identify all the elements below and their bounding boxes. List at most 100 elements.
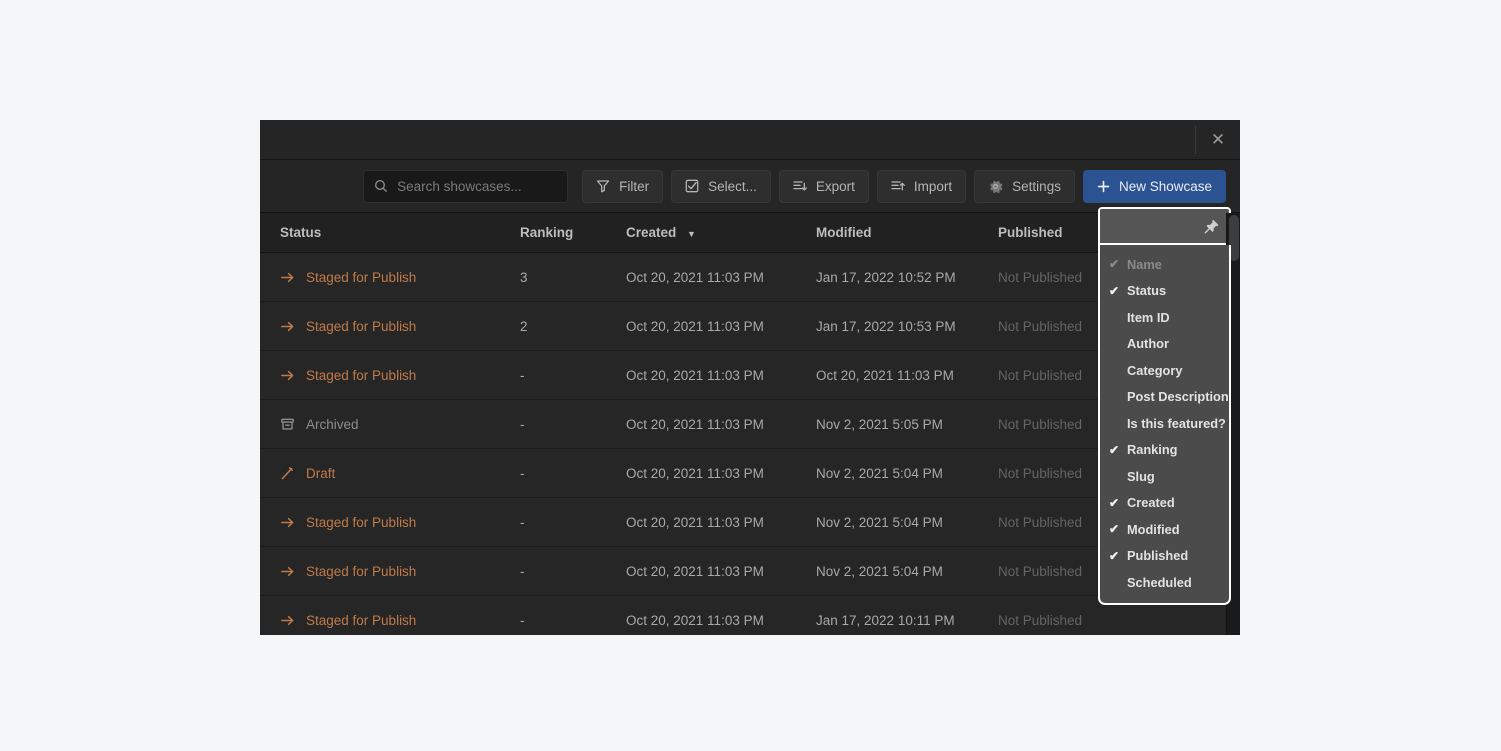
arrow-right-icon xyxy=(280,515,295,530)
toolbar: Search showcases... Filter Select... Exp… xyxy=(260,160,1240,213)
cell-created: Oct 20, 2021 11:03 PM xyxy=(626,514,764,530)
export-label: Export xyxy=(815,178,855,194)
status-label: Staged for Publish xyxy=(306,269,417,285)
status-label: Draft xyxy=(306,465,336,481)
check-icon: ✔ xyxy=(1109,283,1120,298)
cell-status: Staged for Publish xyxy=(260,319,520,334)
menu-item-published[interactable]: ✔ Published xyxy=(1100,543,1229,570)
menu-item-scheduled[interactable]: Scheduled xyxy=(1100,569,1229,596)
table-row[interactable]: Staged for Publish - Oct 20, 2021 11:03 PM… xyxy=(260,547,1240,596)
window-titlebar: ✕ xyxy=(260,120,1240,160)
import-icon xyxy=(891,179,905,193)
status-label: Staged for Publish xyxy=(306,612,417,628)
cell-status: Archived xyxy=(260,417,520,432)
search-input[interactable]: Search showcases... xyxy=(363,169,569,203)
table-row[interactable]: Staged for Publish 2 Oct 20, 2021 11:03 PM… xyxy=(260,302,1240,351)
settings-label: Settings xyxy=(1012,178,1061,194)
sort-caret-down-icon: ▼ xyxy=(687,229,696,239)
cell-status: Draft xyxy=(260,466,520,481)
table-row[interactable]: Staged for Publish 3 Oct 20, 2021 11:03 PM… xyxy=(260,253,1240,302)
menu-item-label: Item ID xyxy=(1127,309,1170,325)
cell-ranking: 3 xyxy=(520,269,528,285)
cell-created: Oct 20, 2021 11:03 PM xyxy=(626,465,764,481)
menu-item-name: ✔ Name xyxy=(1100,251,1229,278)
column-header-status[interactable]: Status xyxy=(260,225,520,240)
check-icon: ✔ xyxy=(1109,495,1120,510)
status-label: Archived xyxy=(306,416,359,432)
table-row[interactable]: Staged for Publish - Oct 20, 2021 11:03 PM… xyxy=(260,351,1240,400)
menu-item-author[interactable]: Author xyxy=(1100,331,1229,358)
cell-status: Staged for Publish xyxy=(260,564,520,579)
table-row[interactable]: Staged for Publish - Oct 20, 2021 11:03 PM… xyxy=(260,498,1240,547)
menu-item-post-description[interactable]: Post Description xyxy=(1100,384,1229,411)
menu-item-is-this-featured[interactable]: Is this featured? xyxy=(1100,410,1229,437)
cell-created: Oct 20, 2021 11:03 PM xyxy=(626,563,764,579)
check-icon: ✔ xyxy=(1109,548,1120,563)
cell-created: Oct 20, 2021 11:03 PM xyxy=(626,318,764,334)
column-chooser-menu: ✔ Name ✔ Status Item ID Author Category Post De… xyxy=(1098,245,1231,605)
filter-icon xyxy=(596,179,610,193)
cell-published: Not Published xyxy=(998,612,1083,628)
cell-ranking: - xyxy=(520,514,525,530)
pin-column-button[interactable] xyxy=(1098,207,1231,245)
status-label: Staged for Publish xyxy=(306,514,417,530)
cell-ranking: - xyxy=(520,367,525,383)
cell-ranking: - xyxy=(520,563,525,579)
select-button[interactable]: Select... xyxy=(671,169,771,203)
menu-item-label: Created xyxy=(1127,495,1175,511)
menu-item-label: Scheduled xyxy=(1127,574,1192,590)
import-button[interactable]: Import xyxy=(876,169,967,203)
plus-icon xyxy=(1097,180,1110,193)
column-header-modified[interactable]: Modified xyxy=(816,225,998,240)
menu-item-label: Slug xyxy=(1127,468,1155,484)
gear-icon xyxy=(988,179,1003,194)
menu-item-label: Ranking xyxy=(1127,442,1178,458)
filter-button[interactable]: Filter xyxy=(582,169,664,203)
import-label: Import xyxy=(913,178,953,194)
filter-label: Filter xyxy=(619,178,650,194)
cell-modified: Nov 2, 2021 5:05 PM xyxy=(816,416,943,432)
arrow-right-icon xyxy=(280,368,295,383)
close-button[interactable]: ✕ xyxy=(1196,120,1240,159)
cell-modified: Jan 17, 2022 10:11 PM xyxy=(816,612,955,628)
column-header-ranking[interactable]: Ranking xyxy=(520,225,626,240)
column-header-created[interactable]: Created ▼ xyxy=(626,225,816,240)
export-button[interactable]: Export xyxy=(778,169,869,203)
table-body: Staged for Publish 3 Oct 20, 2021 11:03 PM… xyxy=(260,253,1240,635)
cell-modified: Jan 17, 2022 10:52 PM xyxy=(816,269,956,285)
menu-item-status[interactable]: ✔ Status xyxy=(1100,278,1229,305)
cell-created: Oct 20, 2021 11:03 PM xyxy=(626,416,764,432)
status-label: Staged for Publish xyxy=(306,367,417,383)
menu-item-label: Category xyxy=(1127,362,1183,378)
menu-item-modified[interactable]: ✔ Modified xyxy=(1100,516,1229,543)
cell-modified: Nov 2, 2021 5:04 PM xyxy=(816,465,943,481)
menu-item-label: Name xyxy=(1127,256,1162,272)
table-row[interactable]: Staged for Publish - Oct 20, 2021 11:03 PM… xyxy=(260,596,1240,635)
new-showcase-button[interactable]: New Showcase xyxy=(1082,169,1226,203)
cell-modified: Oct 20, 2021 11:03 PM xyxy=(816,367,954,383)
menu-item-label: Author xyxy=(1127,336,1169,352)
menu-item-label: Post Description xyxy=(1127,389,1229,405)
cell-ranking: 2 xyxy=(520,318,528,334)
cell-status: Staged for Publish xyxy=(260,515,520,530)
settings-button[interactable]: Settings xyxy=(974,169,1075,203)
table-header: Status Ranking Created ▼ Modified Publis… xyxy=(260,207,1240,605)
pin-icon xyxy=(1203,218,1220,235)
menu-item-slug[interactable]: Slug xyxy=(1100,463,1229,490)
checkbox-check-icon xyxy=(685,179,699,193)
table-row[interactable]: Archived - Oct 20, 2021 11:03 PM Nov 2, 202… xyxy=(260,400,1240,449)
cell-modified: Nov 2, 2021 5:04 PM xyxy=(816,514,943,530)
search-placeholder: Search showcases... xyxy=(397,178,522,194)
table-row[interactable]: Draft - Oct 20, 2021 11:03 PM Nov 2, 2021 5… xyxy=(260,449,1240,498)
check-icon: ✔ xyxy=(1109,257,1120,272)
status-label: Staged for Publish xyxy=(306,563,417,579)
search-icon xyxy=(374,179,388,193)
cell-ranking: - xyxy=(520,416,525,432)
menu-item-created[interactable]: ✔ Created xyxy=(1100,490,1229,517)
menu-item-category[interactable]: Category xyxy=(1100,357,1229,384)
select-label: Select... xyxy=(708,178,757,194)
menu-item-ranking[interactable]: ✔ Ranking xyxy=(1100,437,1229,464)
cell-modified: Jan 17, 2022 10:53 PM xyxy=(816,318,956,334)
check-icon: ✔ xyxy=(1109,442,1120,457)
menu-item-item-id[interactable]: Item ID xyxy=(1100,304,1229,331)
